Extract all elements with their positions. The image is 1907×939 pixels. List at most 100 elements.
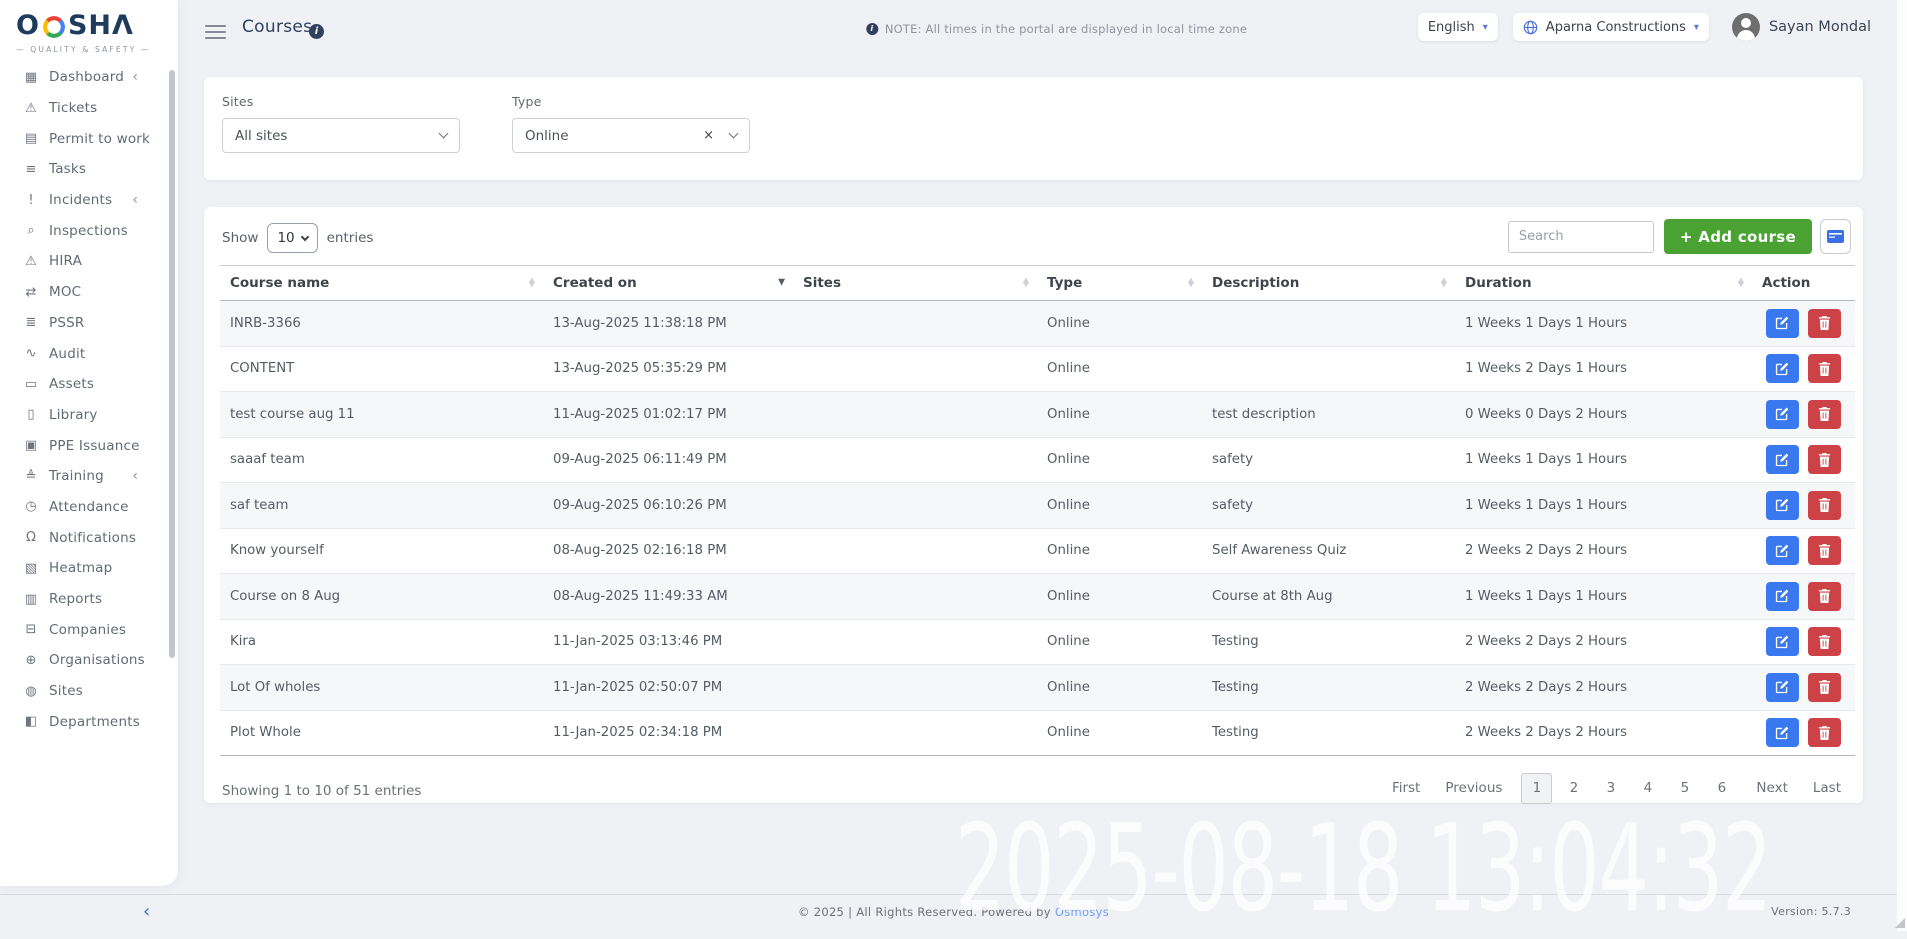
- sidebar-item-incidents[interactable]: ! Incidents ‹: [0, 185, 178, 216]
- sidebar-item-moc[interactable]: ⇄ MOC ‹: [0, 277, 178, 308]
- sidebar-item-departments[interactable]: ◧ Departments ‹: [0, 706, 178, 737]
- attendance-icon: ◷: [22, 499, 40, 514]
- cell-created-on: 13-Aug-2025 05:35:29 PM: [543, 346, 793, 392]
- pagination-page-2[interactable]: 2: [1558, 773, 1589, 804]
- sidebar-item-companies[interactable]: ⊟ Companies ‹: [0, 614, 178, 645]
- table-row: Course on 8 Aug 08-Aug-2025 11:49:33 AM …: [220, 574, 1855, 620]
- column-header-description[interactable]: Description▲▼: [1202, 266, 1455, 301]
- cell-course-name: INRB-3366: [220, 301, 543, 347]
- column-header-sites[interactable]: Sites▲▼: [793, 266, 1037, 301]
- edit-button[interactable]: [1766, 582, 1799, 611]
- user-menu[interactable]: Sayan Mondal: [1732, 13, 1871, 41]
- table-row: saaaf team 09-Aug-2025 06:11:49 PM Onlin…: [220, 437, 1855, 483]
- edit-button[interactable]: [1766, 718, 1799, 747]
- delete-button[interactable]: [1808, 536, 1841, 565]
- company-selector[interactable]: Aparna Constructions ▾: [1513, 13, 1709, 41]
- type-filter-select[interactable]: Online ×: [512, 118, 750, 153]
- edit-button[interactable]: [1766, 536, 1799, 565]
- delete-button[interactable]: [1808, 400, 1841, 429]
- pagination-page-3[interactable]: 3: [1595, 773, 1626, 804]
- sidebar-item-reports[interactable]: ▥ Reports ‹: [0, 584, 178, 615]
- column-header-type[interactable]: Type▲▼: [1037, 266, 1202, 301]
- edit-button[interactable]: [1766, 491, 1799, 520]
- sites-filter-select[interactable]: All sites: [222, 118, 460, 153]
- edit-button[interactable]: [1766, 445, 1799, 474]
- pagination-page-4[interactable]: 4: [1632, 773, 1663, 804]
- cell-type: Online: [1037, 619, 1202, 665]
- sidebar-item-heatmap[interactable]: ▧ Heatmap ‹: [0, 553, 178, 584]
- sidebar-item-permit-to-work[interactable]: ▤ Permit to work ‹: [0, 123, 178, 154]
- clear-filter-icon[interactable]: ×: [703, 128, 714, 143]
- show-label: Show: [222, 230, 258, 246]
- osmosys-link[interactable]: Osmosys: [1055, 905, 1109, 919]
- edit-button[interactable]: [1766, 673, 1799, 702]
- sort-icon: ▲▼: [1188, 279, 1194, 288]
- sidebar-item-assets[interactable]: ▭ Assets ‹: [0, 369, 178, 400]
- column-header-duration[interactable]: Duration▲▼: [1455, 266, 1752, 301]
- edit-button[interactable]: [1766, 627, 1799, 656]
- delete-button[interactable]: [1808, 491, 1841, 520]
- version-label: Version: 5.7.3: [1771, 905, 1851, 918]
- add-course-button[interactable]: + Add course: [1664, 219, 1812, 254]
- info-icon[interactable]: i: [309, 24, 324, 39]
- edit-button[interactable]: [1766, 400, 1799, 429]
- sidebar-item-tickets[interactable]: ⚠ Tickets ‹: [0, 93, 178, 124]
- logo-letters: SHΛ: [68, 10, 134, 41]
- language-selector[interactable]: English ▾: [1418, 13, 1498, 41]
- pagination-next[interactable]: Next: [1750, 772, 1793, 804]
- page-size-select[interactable]: 10: [267, 223, 317, 253]
- column-header-created-on[interactable]: Created on▼: [543, 266, 793, 301]
- pagination-previous[interactable]: Previous: [1439, 772, 1508, 804]
- sidebar-item-inspections[interactable]: ⌕ Inspections ‹: [0, 215, 178, 246]
- sidebar-item-organisations[interactable]: ⊕ Organisations ‹: [0, 645, 178, 676]
- sidebar-item-training[interactable]: ≜ Training ‹: [0, 461, 178, 492]
- sidebar-item-tasks[interactable]: ≡ Tasks ‹: [0, 154, 178, 185]
- sidebar-item-label: Library: [49, 407, 98, 423]
- page-scrollbar[interactable]: [1897, 0, 1907, 931]
- sidebar-item-ppe-issuance[interactable]: ▣ PPE Issuance ‹: [0, 430, 178, 461]
- sidebar-item-notifications[interactable]: Ω Notifications ‹: [0, 522, 178, 553]
- delete-button[interactable]: [1808, 582, 1841, 611]
- trash-icon: [1818, 589, 1831, 603]
- delete-button[interactable]: [1808, 445, 1841, 474]
- sidebar-item-library[interactable]: ▯ Library ‹: [0, 400, 178, 431]
- sort-icon: ▲▼: [1738, 279, 1744, 288]
- hamburger-menu-icon[interactable]: [205, 21, 226, 43]
- sidebar-item-hira[interactable]: ⚠ HIRA ‹: [0, 246, 178, 277]
- sidebar-item-dashboard[interactable]: ▦ Dashboard ‹: [0, 62, 178, 93]
- edit-button[interactable]: [1766, 354, 1799, 383]
- notifications-icon: Ω: [22, 530, 40, 545]
- column-header-course-name[interactable]: Course name▲▼: [220, 266, 543, 301]
- sidebar-item-sites[interactable]: ◍ Sites ‹: [0, 676, 178, 707]
- delete-button[interactable]: [1808, 673, 1841, 702]
- delete-button[interactable]: [1808, 718, 1841, 747]
- cell-type: Online: [1037, 710, 1202, 756]
- delete-button[interactable]: [1808, 309, 1841, 338]
- cell-action: [1752, 665, 1855, 711]
- delete-button[interactable]: [1808, 627, 1841, 656]
- column-visibility-button[interactable]: [1820, 219, 1851, 254]
- sidebar-item-label: Tasks: [49, 161, 86, 177]
- sidebar-scrollbar[interactable]: [169, 70, 175, 658]
- pagination-page-6[interactable]: 6: [1706, 773, 1737, 804]
- search-input[interactable]: [1508, 221, 1654, 253]
- sidebar-item-pssr[interactable]: ≣ PSSR ‹: [0, 308, 178, 339]
- pagination-summary: Showing 1 to 10 of 51 entries: [222, 783, 421, 799]
- pagination-first[interactable]: First: [1386, 772, 1426, 804]
- delete-button[interactable]: [1808, 354, 1841, 383]
- pagination-last[interactable]: Last: [1807, 772, 1847, 804]
- cell-course-name: CONTENT: [220, 346, 543, 392]
- sidebar-item-label: Attendance: [49, 499, 129, 515]
- sites-filter-value: All sites: [235, 128, 287, 144]
- cell-action: [1752, 392, 1855, 438]
- sidebar-item-label: PPE Issuance: [49, 438, 140, 454]
- sidebar-item-label: Inspections: [49, 223, 128, 239]
- pagination-page-1[interactable]: 1: [1521, 773, 1552, 804]
- sidebar-item-audit[interactable]: ∿ Audit ‹: [0, 338, 178, 369]
- cell-type: Online: [1037, 437, 1202, 483]
- pagination-page-5[interactable]: 5: [1669, 773, 1700, 804]
- cell-course-name: test course aug 11: [220, 392, 543, 438]
- cell-created-on: 11-Aug-2025 01:02:17 PM: [543, 392, 793, 438]
- edit-button[interactable]: [1766, 309, 1799, 338]
- sidebar-item-attendance[interactable]: ◷ Attendance ‹: [0, 492, 178, 523]
